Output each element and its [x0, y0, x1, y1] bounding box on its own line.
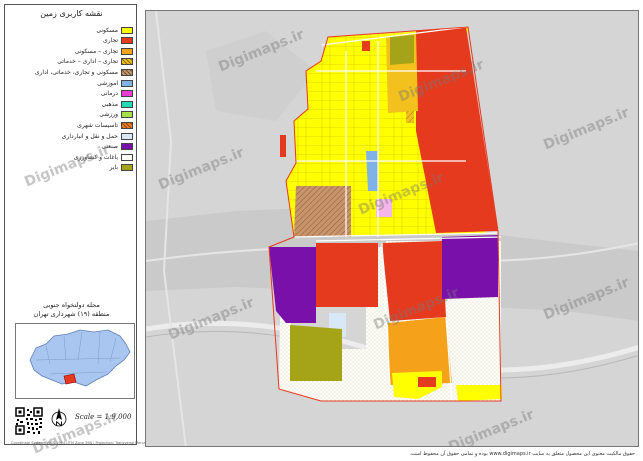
legend-swatch	[121, 121, 133, 129]
legend-item: حمل و نقل و انبارداری	[9, 131, 133, 141]
locator-map	[15, 323, 135, 399]
qr-code-icon	[15, 407, 43, 435]
legend-label: صنعتی	[101, 143, 118, 151]
legend-label: تاسیسات شهری	[77, 121, 118, 129]
coordinate-note: Coordinate System: WGS 1984 UTM Zone 39N…	[11, 441, 151, 445]
map-scale: Scale = 1:9,000	[75, 413, 132, 421]
educational-center[interactable]	[366, 151, 378, 191]
legend-item: تجاری – مسکونی	[9, 46, 133, 56]
north-arrow-icon	[51, 407, 67, 429]
legend-swatch	[121, 164, 133, 172]
industrial-east[interactable]	[442, 235, 498, 299]
qr-code-graphic	[15, 407, 43, 435]
legend-swatch	[121, 111, 133, 119]
legend-item: صنعتی	[9, 142, 133, 152]
legend-label: ورزشی	[99, 111, 118, 119]
legend-item: باغات و کشاورزی	[9, 152, 133, 162]
legend-swatch	[121, 100, 133, 108]
legend-swatch	[121, 58, 133, 66]
legend-swatch	[121, 153, 133, 161]
legend-swatch	[121, 37, 133, 45]
legend-item: مسکونی	[9, 25, 133, 35]
legend-item: ورزشی	[9, 110, 133, 120]
legend-swatch	[121, 68, 133, 76]
legend-item: بایر	[9, 163, 133, 173]
legend-label: مسکونی	[96, 26, 118, 34]
legend-item: تجاری – اداری – خدماتی	[9, 57, 133, 67]
commercial-center-east[interactable]	[382, 241, 446, 321]
mixed-use-west[interactable]	[294, 186, 351, 237]
legend-swatch	[121, 132, 133, 140]
locator-map-graphic	[29, 329, 131, 387]
legend-label: تجاری – مسکونی	[74, 47, 118, 55]
legend-label: تجاری	[103, 37, 118, 45]
locator-title-line2: منطقه (۱۹) شهرداری تهران	[33, 310, 110, 318]
legend-label: آموزشی	[97, 79, 118, 87]
legend-item: مذهبی	[9, 99, 133, 109]
legend-item: درمانی	[9, 89, 133, 99]
copyright-notice: حقوق مالکیت معنوی این محصول متعلق به سای…	[409, 451, 635, 457]
legend-item: تجاری	[9, 36, 133, 46]
legend-item: مسکونی و تجاری، خدماتی، اداری	[9, 67, 133, 77]
commercial-small-north[interactable]	[362, 41, 370, 51]
legend-swatch	[121, 143, 133, 151]
vacant-north[interactable]	[390, 35, 414, 65]
legend-panel: نقشه کاربری زمین مسکونی تجاری تجاری – مسکو…	[4, 4, 151, 445]
legend-swatch	[121, 90, 133, 98]
legend-label: مسکونی و تجاری، خدماتی، اداری	[34, 68, 118, 76]
locator-title: محله دولتخواه جنوبی منطقه (۱۹) شهرداری ت…	[5, 301, 138, 319]
north-arrow-graphic	[51, 408, 67, 427]
commercial-center-west[interactable]	[316, 243, 378, 307]
legend-item: تاسیسات شهری	[9, 120, 133, 130]
legend-label: مذهبی	[101, 100, 118, 108]
legend-swatch	[121, 26, 133, 34]
land-use-map[interactable]	[146, 11, 639, 447]
legend-swatch	[121, 79, 133, 87]
legend-swatch	[121, 47, 133, 55]
residential-southeast[interactable]	[456, 385, 502, 401]
map-frame[interactable]: Digimaps.ir Digimaps.ir Digimaps.ir Digi…	[145, 10, 639, 447]
location-highlight	[63, 373, 77, 385]
legend-label: بایر	[109, 164, 118, 172]
locator-title-line1: محله دولتخواه جنوبی	[43, 301, 100, 309]
mixed-small-north[interactable]	[406, 111, 414, 123]
legend-item: آموزشی	[9, 78, 133, 88]
commercial-small-south[interactable]	[418, 377, 436, 387]
vacant-southwest[interactable]	[290, 325, 342, 381]
legend-label: تجاری – اداری – خدماتی	[57, 58, 118, 66]
legend-label: حمل و نقل و انبارداری	[61, 132, 118, 140]
legend-title: نقشه کاربری زمین	[40, 9, 103, 18]
legend-label: درمانی	[100, 90, 118, 98]
legend-label: باغات و کشاورزی	[73, 153, 118, 161]
commercial-small-west[interactable]	[280, 135, 286, 157]
